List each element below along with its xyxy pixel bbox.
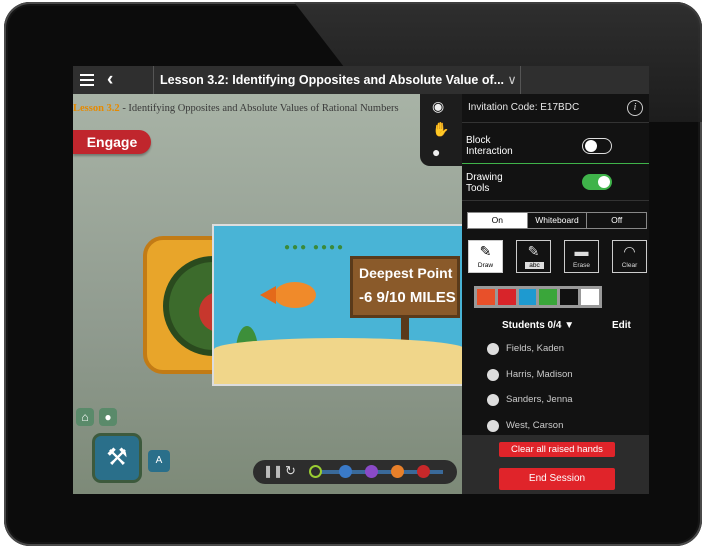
tool-button-erase[interactable]: ▬ Erase	[564, 240, 599, 273]
sign-value: -6 9/10 MILES	[359, 289, 456, 306]
divider	[462, 163, 649, 164]
student-name: Sanders, Jenna	[506, 394, 573, 405]
drawing-mode-segmented-control: On Whiteboard Off	[467, 212, 647, 229]
replay-icon[interactable]: ↻	[285, 463, 296, 479]
lesson-subtitle: Lesson 3.2 - Identifying Opposites and A…	[73, 103, 399, 114]
caret-down-icon: ▼	[564, 320, 575, 331]
tool-badge: abc	[525, 262, 544, 269]
tool-label: Clear	[621, 262, 638, 269]
tool-button-clear[interactable]: ◠ Clear	[612, 240, 647, 273]
chapter-marker-red[interactable]	[417, 465, 430, 478]
people-icon[interactable]: ◉	[432, 98, 444, 115]
toggle-knob	[598, 176, 610, 188]
mode-segment-on[interactable]: On	[468, 213, 528, 228]
mode-segment-off[interactable]: Off	[587, 213, 646, 228]
eraser-icon: ▬	[574, 243, 589, 259]
tool-button-draw[interactable]: ✎ Draw	[468, 240, 503, 273]
deepest-point-sign: Deepest Point -6 9/10 MILES	[350, 256, 460, 318]
edit-students-button[interactable]: Edit	[612, 320, 631, 331]
pause-icon[interactable]: ❚❚	[263, 464, 283, 478]
divider	[462, 200, 649, 201]
color-swatch[interactable]	[581, 289, 599, 305]
student-status-circle	[487, 368, 499, 381]
clear-gauge-icon: ◠	[623, 243, 636, 259]
student-name: Harris, Madison	[506, 368, 573, 380]
chapter-marker-purple[interactable]	[365, 465, 378, 478]
subtitle-text: - Identifying Opposites and Absolute Val…	[119, 103, 399, 114]
color-swatch[interactable]	[560, 289, 579, 305]
engage-banner: Engage	[73, 130, 151, 154]
school-of-fish-illustration: ●●● ●●●●	[284, 242, 346, 253]
chapter-marker-orange[interactable]	[391, 465, 404, 478]
panel-icon-strip: ◉ ✋ ●	[420, 94, 462, 166]
hamburger-menu-icon[interactable]	[80, 74, 94, 86]
color-swatch[interactable]	[497, 289, 516, 305]
lesson-title-dropdown[interactable]: Lesson 3.2: Identifying Opposites and Ab…	[153, 66, 521, 94]
clear-raised-hands-button[interactable]: Clear all raised hands	[499, 442, 615, 457]
tool-label: Erase	[573, 262, 590, 269]
progress-start-marker[interactable]	[309, 465, 322, 478]
block-interaction-toggle[interactable]	[582, 138, 612, 154]
mode-segment-whiteboard[interactable]: Whiteboard	[528, 213, 588, 228]
chat-bubble-icon[interactable]: ●	[432, 144, 440, 160]
color-palette	[474, 286, 602, 308]
student-status-circle	[487, 343, 499, 355]
tablet-frame: ‹ Lesson 3.2: Identifying Opposites and …	[4, 2, 702, 546]
sand-floor	[214, 338, 466, 384]
drawing-tools-toggle[interactable]	[582, 174, 612, 190]
pencil-abc-icon: ✎	[527, 243, 540, 259]
tool-button-text[interactable]: ✎ abc	[516, 240, 551, 273]
home-icon[interactable]: ⌂	[76, 408, 94, 426]
student-status-circle	[487, 394, 499, 406]
orange-fish-illustration	[260, 282, 316, 308]
tool-label: Draw	[477, 262, 494, 269]
chevron-down-icon: ∨	[507, 73, 517, 87]
chapter-marker-blue[interactable]	[339, 465, 352, 478]
raised-hand-icon[interactable]: ✋	[432, 121, 449, 138]
color-swatch[interactable]	[477, 289, 495, 305]
end-session-button[interactable]: End Session	[499, 468, 615, 490]
invitation-code: Invitation Code: E17BDC	[468, 102, 580, 113]
students-count: Students 0/4	[502, 320, 562, 331]
divider	[462, 122, 649, 123]
subtitle-lesson-number: Lesson 3.2	[73, 103, 120, 114]
info-icon[interactable]: i	[627, 100, 643, 116]
lesson-title-text: Lesson 3.2: Identifying Opposites and Ab…	[160, 73, 505, 87]
app-screen: ‹ Lesson 3.2: Identifying Opposites and …	[73, 66, 649, 494]
top-bar: ‹ Lesson 3.2: Identifying Opposites and …	[73, 66, 649, 94]
student-name: West, Carson	[506, 419, 564, 431]
media-player-bar: ❚❚ ↻	[253, 460, 457, 484]
sign-title: Deepest Point	[359, 265, 453, 281]
drawing-tools-label: Drawing Tools	[466, 172, 503, 194]
video-frame[interactable]: ●●● ●●●● Deepest Point -6 9/10 MILES	[212, 224, 468, 386]
teacher-control-panel: Invitation Code: E17BDC i Block Interact…	[462, 94, 649, 494]
color-swatch[interactable]	[518, 289, 537, 305]
apple-icon[interactable]: ●	[99, 408, 117, 426]
wrench-tools-icon[interactable]: ⚒	[95, 436, 139, 480]
toggle-knob	[585, 140, 597, 152]
students-dropdown[interactable]: Students 0/4 ▼	[502, 320, 574, 331]
student-status-circle	[487, 419, 499, 432]
color-swatch[interactable]	[539, 289, 558, 305]
student-name: Fields, Kaden	[506, 343, 565, 354]
glossary-icon[interactable]: A	[148, 450, 170, 472]
pencil-icon: ✎	[479, 243, 492, 259]
block-interaction-label: Block Interaction	[466, 135, 513, 157]
back-chevron-icon[interactable]: ‹	[107, 69, 113, 91]
